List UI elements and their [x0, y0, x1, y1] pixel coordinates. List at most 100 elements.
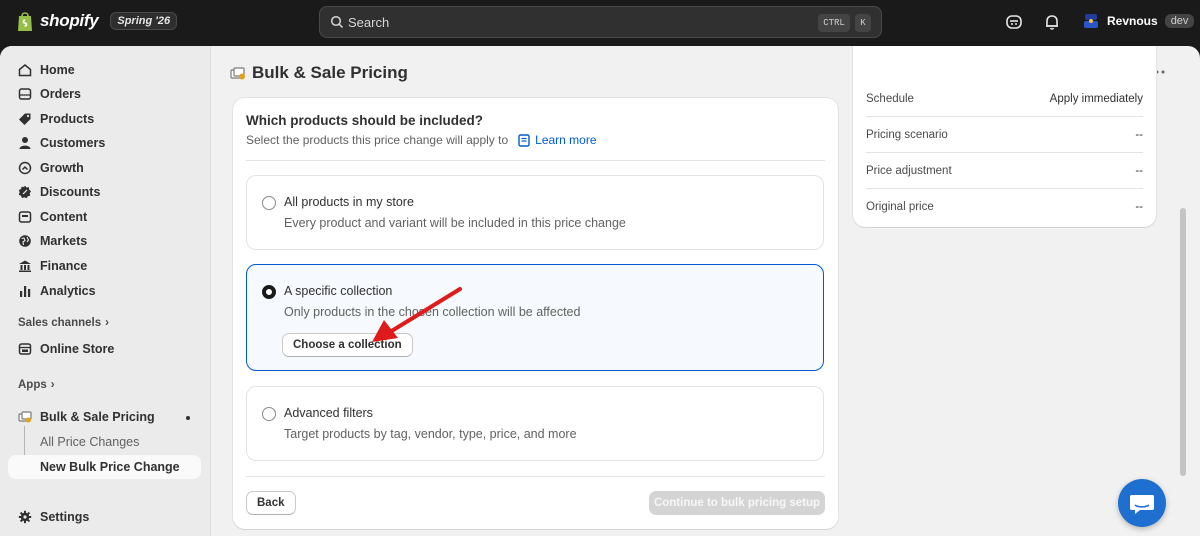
option-title: All products in my store: [284, 195, 414, 209]
sidebar-item-label: Growth: [40, 161, 84, 175]
avatar: [1084, 14, 1098, 28]
summary-label: Price adjustment: [866, 165, 952, 177]
bank-icon: [18, 259, 32, 273]
admin-frame: Home Orders Products Customers Growth Di…: [0, 46, 1200, 536]
radio-specific-collection[interactable]: [262, 285, 276, 299]
sidebar-item-growth[interactable]: Growth: [8, 156, 201, 180]
person-icon: [18, 136, 32, 150]
growth-icon: [18, 161, 32, 175]
sidebar-item-label: Products: [40, 112, 95, 126]
card-subtitle: Select the products this price change wi…: [246, 133, 597, 147]
learn-more-link[interactable]: Learn more: [518, 133, 597, 147]
dev-badge: dev: [1164, 14, 1195, 28]
apps-header[interactable]: Apps ›: [18, 379, 55, 391]
user-menu[interactable]: Revnous dev: [1082, 12, 1195, 30]
sidebar-item-label: Markets: [40, 234, 88, 248]
chevron-right-icon: ›: [50, 379, 55, 391]
edition-badge: Spring '26: [110, 12, 178, 30]
option-all-products[interactable]: All products in my store Every product a…: [246, 175, 824, 250]
sidebar-item-label: Customers: [40, 136, 106, 150]
page-title-text: Bulk & Sale Pricing: [252, 63, 408, 82]
sales-channels-header[interactable]: Sales channels ›: [18, 317, 109, 329]
chat-bubble-icon: [1130, 495, 1154, 514]
sidebar-item-label: Bulk & Sale Pricing: [40, 410, 155, 424]
option-desc: Every product and variant will be includ…: [284, 216, 626, 230]
option-desc: Target products by tag, vendor, type, pr…: [284, 427, 577, 441]
sidebar-item-label: Finance: [40, 259, 88, 273]
sidebar: Home Orders Products Customers Growth Di…: [0, 46, 211, 536]
chevron-right-icon: ›: [105, 317, 109, 329]
discount-icon: [18, 185, 32, 199]
sidebar-item-discounts[interactable]: Discounts: [8, 180, 201, 204]
chat-button[interactable]: [1118, 479, 1166, 527]
summary-label: Original price: [866, 201, 934, 213]
sidebar-item-label: Online Store: [40, 342, 115, 356]
option-advanced-filters[interactable]: Advanced filters Target products by tag,…: [246, 386, 824, 461]
sales-channels-label: Sales channels: [18, 317, 102, 329]
tag-icon: [18, 112, 32, 126]
shopify-logo[interactable]: shopify Spring '26: [16, 10, 178, 32]
summary-label: Pricing scenario: [866, 129, 948, 141]
option-specific-collection[interactable]: A specific collection Only products in t…: [246, 264, 824, 371]
sidekick-icon[interactable]: [1005, 13, 1023, 31]
home-icon: [18, 63, 32, 77]
sidebar-item-settings[interactable]: Settings: [8, 505, 201, 529]
book-icon: [518, 133, 530, 147]
sidebar-item-analytics[interactable]: Analytics: [8, 279, 201, 303]
sidebar-item-label: Discounts: [40, 185, 101, 199]
gear-icon: [18, 510, 32, 524]
sidebar-item-label: Content: [40, 210, 88, 224]
content-icon: [18, 210, 32, 224]
store-icon: [18, 342, 32, 356]
card-subtitle-text: Select the products this price change wi…: [246, 133, 509, 147]
summary-label: Schedule: [866, 93, 914, 105]
summary-card: Schedule Apply immediately Pricing scena…: [853, 46, 1156, 227]
sidebar-item-label: Home: [40, 63, 75, 77]
summary-value: --: [1135, 165, 1143, 177]
summary-value: --: [1135, 129, 1143, 141]
chart-icon: [18, 284, 32, 298]
shopify-bag-icon: [18, 12, 32, 31]
summary-row-pricing-scenario: Pricing scenario --: [866, 117, 1143, 153]
sidebar-item-finance[interactable]: Finance: [8, 254, 201, 278]
sidebar-item-markets[interactable]: Markets: [8, 229, 201, 253]
summary-value: --: [1135, 201, 1143, 213]
page-title: Bulk & Sale Pricing: [230, 63, 408, 83]
sidebar-subitem-new-bulk-price-change[interactable]: New Bulk Price Change: [8, 455, 201, 479]
apps-label: Apps: [18, 379, 47, 391]
product-selection-card: Which products should be included? Selec…: [233, 98, 838, 529]
sidebar-item-bulk-sale-pricing[interactable]: Bulk & Sale Pricing: [8, 405, 201, 429]
user-name: Revnous: [1107, 14, 1158, 28]
sidebar-item-label: Analytics: [40, 284, 96, 298]
sidebar-item-online-store[interactable]: Online Store: [8, 337, 201, 361]
bell-icon[interactable]: [1043, 13, 1061, 31]
sidebar-item-orders[interactable]: Orders: [8, 82, 201, 106]
radio-all-products[interactable]: [262, 196, 276, 210]
continue-button[interactable]: Continue to bulk pricing setup: [649, 491, 825, 515]
brand-name: shopify: [40, 11, 99, 30]
sidebar-item-home[interactable]: Home: [8, 58, 201, 82]
sidebar-item-label: Orders: [40, 87, 81, 101]
orders-icon: [18, 87, 32, 101]
sidebar-item-content[interactable]: Content: [8, 205, 201, 229]
radio-advanced-filters[interactable]: [262, 407, 276, 421]
status-dot: [186, 416, 190, 420]
annotation-arrow-icon: [372, 287, 462, 342]
back-button[interactable]: Back: [246, 491, 296, 515]
divider: [246, 160, 825, 161]
divider: [246, 476, 825, 477]
shortcut-k: K: [855, 14, 871, 32]
sidebar-item-customers[interactable]: Customers: [8, 131, 201, 155]
top-bar: shopify Spring '26 Search CTRL K Revnous…: [0, 0, 1200, 46]
sidebar-item-products[interactable]: Products: [8, 107, 201, 131]
sidebar-subitem-all-price-changes[interactable]: All Price Changes: [8, 430, 201, 454]
globe-icon: [18, 234, 32, 248]
app-tags-icon: [230, 67, 245, 80]
search-placeholder: Search: [348, 15, 390, 30]
card-title: Which products should be included?: [246, 113, 483, 128]
scrollbar[interactable]: [1180, 208, 1186, 476]
learn-more-text: Learn more: [535, 133, 597, 147]
search-icon: [330, 15, 344, 29]
sidebar-item-label: Settings: [40, 510, 90, 524]
search-bar[interactable]: Search CTRL K: [319, 6, 882, 38]
